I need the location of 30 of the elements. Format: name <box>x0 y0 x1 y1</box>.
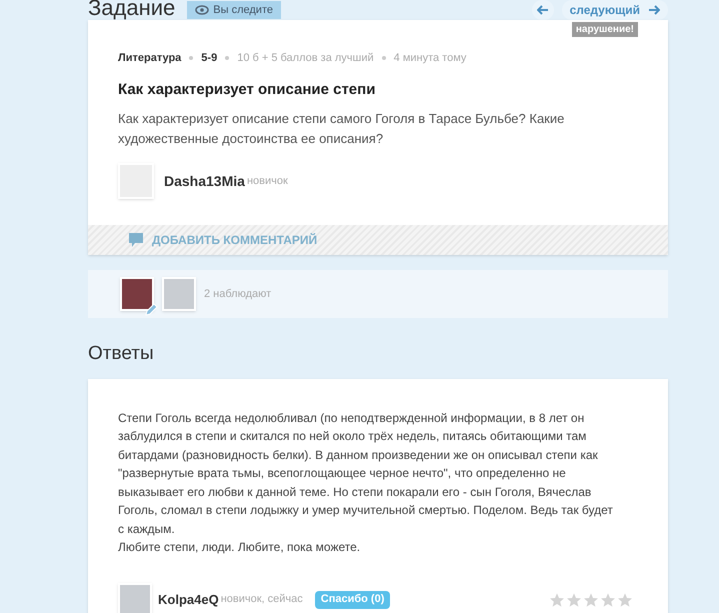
points-label: 10 б + 5 баллов за лучший <box>237 51 374 66</box>
arrow-left-icon <box>536 5 549 15</box>
author-name[interactable]: Dasha13Mia <box>164 170 245 192</box>
report-label[interactable]: нарушение! <box>572 22 638 37</box>
follow-button[interactable]: Вы следите <box>187 1 281 19</box>
watchers-count: 2 наблюдают <box>204 286 272 302</box>
section-title: Задание <box>88 0 176 19</box>
answer-text: Степи Гоголь всегда недолюбливал (по неподтвержденной информации, в 8 лет он заблудился в степи и скитался по ней около трёх недель, питаясь обитающими там битардами (разновидность белки). В данном произведении же он описывал степи как "развернутые врата тьмы, всепоглощающее черное нечто", что определенно не выказывает его любви к данной теме. Но степи покарали его - сын Гоголя, Вячеслав Гоголь, сломал в степи лодыжку и умер мучительной смертью. Поделом. Ведь так будет с каждым. Любите степи, люди. Любите, пока можете. <box>118 410 614 556</box>
next-button[interactable]: следующий <box>562 0 668 20</box>
section-title: Ответы <box>88 342 155 366</box>
star-icon[interactable] <box>617 592 633 608</box>
subject-label[interactable]: Литература <box>118 50 182 66</box>
question-title: Как характеризует описание степи <box>118 80 376 100</box>
pencil-icon <box>144 303 158 317</box>
author-rank: новичок <box>246 174 288 189</box>
avatar-placeholder[interactable] <box>118 163 154 199</box>
question-text: Как характеризует описание степи самого Гоголя в Тарасе Бульбе? Какие художественные достоинства ее описания? <box>118 110 566 148</box>
arrow-right-icon <box>648 5 660 15</box>
author-meta: новичок, сейчас <box>220 592 303 608</box>
grade-label: 5-9 <box>201 51 218 66</box>
previous-button[interactable] <box>532 0 554 20</box>
author-name[interactable]: Kolpa4eQ <box>158 590 219 610</box>
star-icon[interactable] <box>600 592 616 608</box>
star-icon[interactable] <box>583 592 599 608</box>
star-icon[interactable] <box>549 592 565 608</box>
speech-bubble-icon <box>128 232 144 248</box>
star-icon[interactable] <box>566 592 582 608</box>
photo-placeholder[interactable] <box>120 277 154 311</box>
eye-icon <box>195 5 210 15</box>
time-label: 4 минута тому <box>394 51 466 66</box>
